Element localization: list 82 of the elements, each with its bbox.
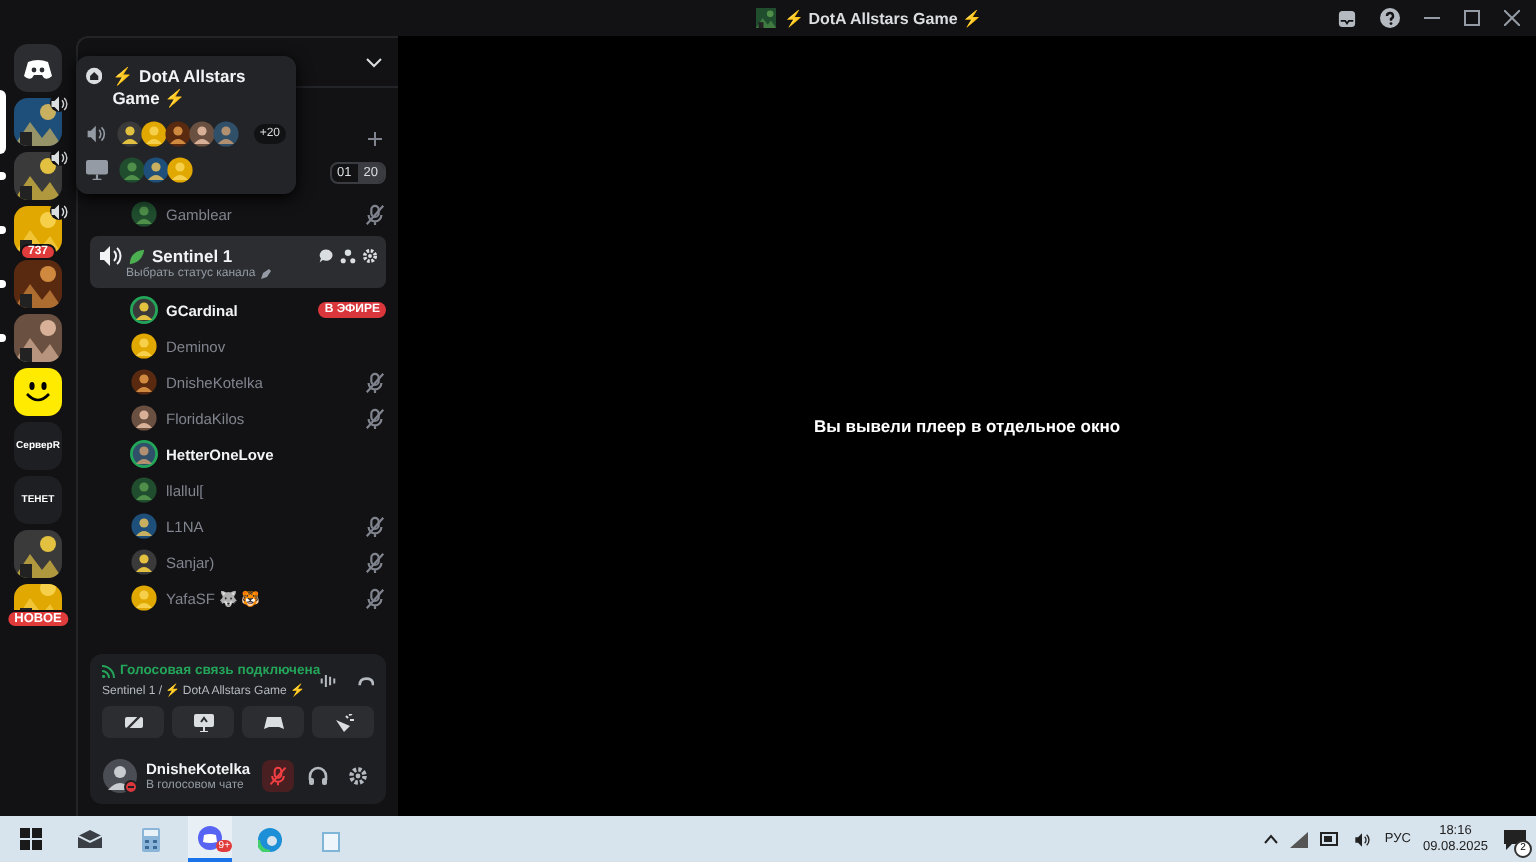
server-icon[interactable] <box>14 260 62 308</box>
chat-icon[interactable] <box>318 248 334 264</box>
avatar-icon <box>130 584 158 612</box>
server-icon[interactable] <box>14 98 62 146</box>
avatar-icon <box>115 119 144 148</box>
user-avatar[interactable] <box>102 758 138 794</box>
windows-icon <box>19 828 41 850</box>
inbox-icon[interactable] <box>1338 9 1356 27</box>
server-icon[interactable] <box>14 152 62 200</box>
avatar-icon <box>163 119 192 148</box>
speaker-icon <box>98 244 122 268</box>
leaf-icon <box>128 247 146 265</box>
speaker-icon <box>50 91 68 115</box>
help-icon[interactable] <box>1380 8 1400 28</box>
avatar-icon <box>130 404 158 432</box>
avatar-icon <box>130 440 158 468</box>
server-icon[interactable] <box>14 314 62 362</box>
pencil-icon <box>259 268 272 280</box>
server-icon[interactable] <box>14 584 62 610</box>
chat-icon <box>1503 829 1525 849</box>
gamepad-icon <box>263 715 283 729</box>
avatar-icon <box>139 119 168 148</box>
activity-button[interactable] <box>242 706 304 738</box>
notepad-icon <box>319 827 341 851</box>
muted-mic-icon <box>364 551 386 573</box>
popup-title: ⚡ DotA Allstars Game ⚡ <box>112 66 248 112</box>
mic-button[interactable] <box>262 760 294 792</box>
avatar-icon <box>130 332 158 360</box>
muted-mic-icon <box>364 515 386 537</box>
close-icon[interactable] <box>1504 10 1520 26</box>
avatar-icon <box>130 200 158 228</box>
network-icon[interactable] <box>1290 831 1309 847</box>
muted-mic-icon <box>364 203 386 225</box>
muted-mic-icon <box>364 587 386 609</box>
chevron-icon[interactable] <box>366 57 382 67</box>
avatar-icon <box>130 476 158 504</box>
avatar-icon <box>166 155 194 184</box>
settings-icon <box>348 766 368 786</box>
controller-logo-icon <box>24 57 52 79</box>
screen-share-button[interactable] <box>172 706 234 738</box>
browser-icon <box>258 827 282 851</box>
soundboard-button[interactable] <box>312 706 374 738</box>
signal-icon <box>102 664 116 678</box>
battery-icon[interactable] <box>1320 832 1341 846</box>
avatar-icon <box>142 155 170 184</box>
headphones-icon <box>308 766 328 786</box>
avatar-icon <box>130 512 158 540</box>
avatar-icon <box>130 548 158 576</box>
settings-icon[interactable] <box>362 248 378 264</box>
hang-up-icon[interactable] <box>357 675 374 687</box>
muted-mic-icon <box>364 371 386 393</box>
avatar-icon <box>130 368 158 396</box>
plus-icon[interactable] <box>368 131 382 145</box>
screen-icon <box>193 713 213 731</box>
muted-mic-icon <box>364 407 386 429</box>
server-icon[interactable] <box>14 368 62 416</box>
camera-off-icon <box>123 714 143 730</box>
player-message: Вы вывели плеер в отдельное окно <box>813 416 1121 436</box>
speaker-icon <box>50 145 68 169</box>
server-icon[interactable] <box>14 530 62 578</box>
channel-name: Sentinel 1 <box>152 246 235 266</box>
camera-off-button[interactable] <box>102 706 164 738</box>
home-icon <box>86 66 103 86</box>
home-button[interactable] <box>14 44 62 92</box>
sparkle-icon <box>333 713 353 731</box>
avatar-icon <box>187 119 216 148</box>
avatar-icon <box>118 155 146 184</box>
envelope-icon <box>78 830 102 848</box>
waveform-icon[interactable] <box>320 672 338 690</box>
calculator-icon <box>141 827 159 851</box>
window-title: ⚡ DotA Allstars Game ⚡ <box>784 9 982 27</box>
muted-mic-icon <box>268 766 288 786</box>
speaker-icon <box>86 121 106 146</box>
screen-icon <box>86 159 108 180</box>
volume-icon[interactable] <box>1352 831 1373 847</box>
maximize-icon[interactable] <box>1464 10 1480 26</box>
app-logo-icon <box>198 825 222 849</box>
add-member-icon[interactable] <box>340 248 356 264</box>
chevron-up-icon[interactable] <box>1264 834 1279 844</box>
avatar-icon <box>211 119 240 148</box>
avatar-icon <box>130 296 158 324</box>
speaker-icon <box>50 199 68 223</box>
